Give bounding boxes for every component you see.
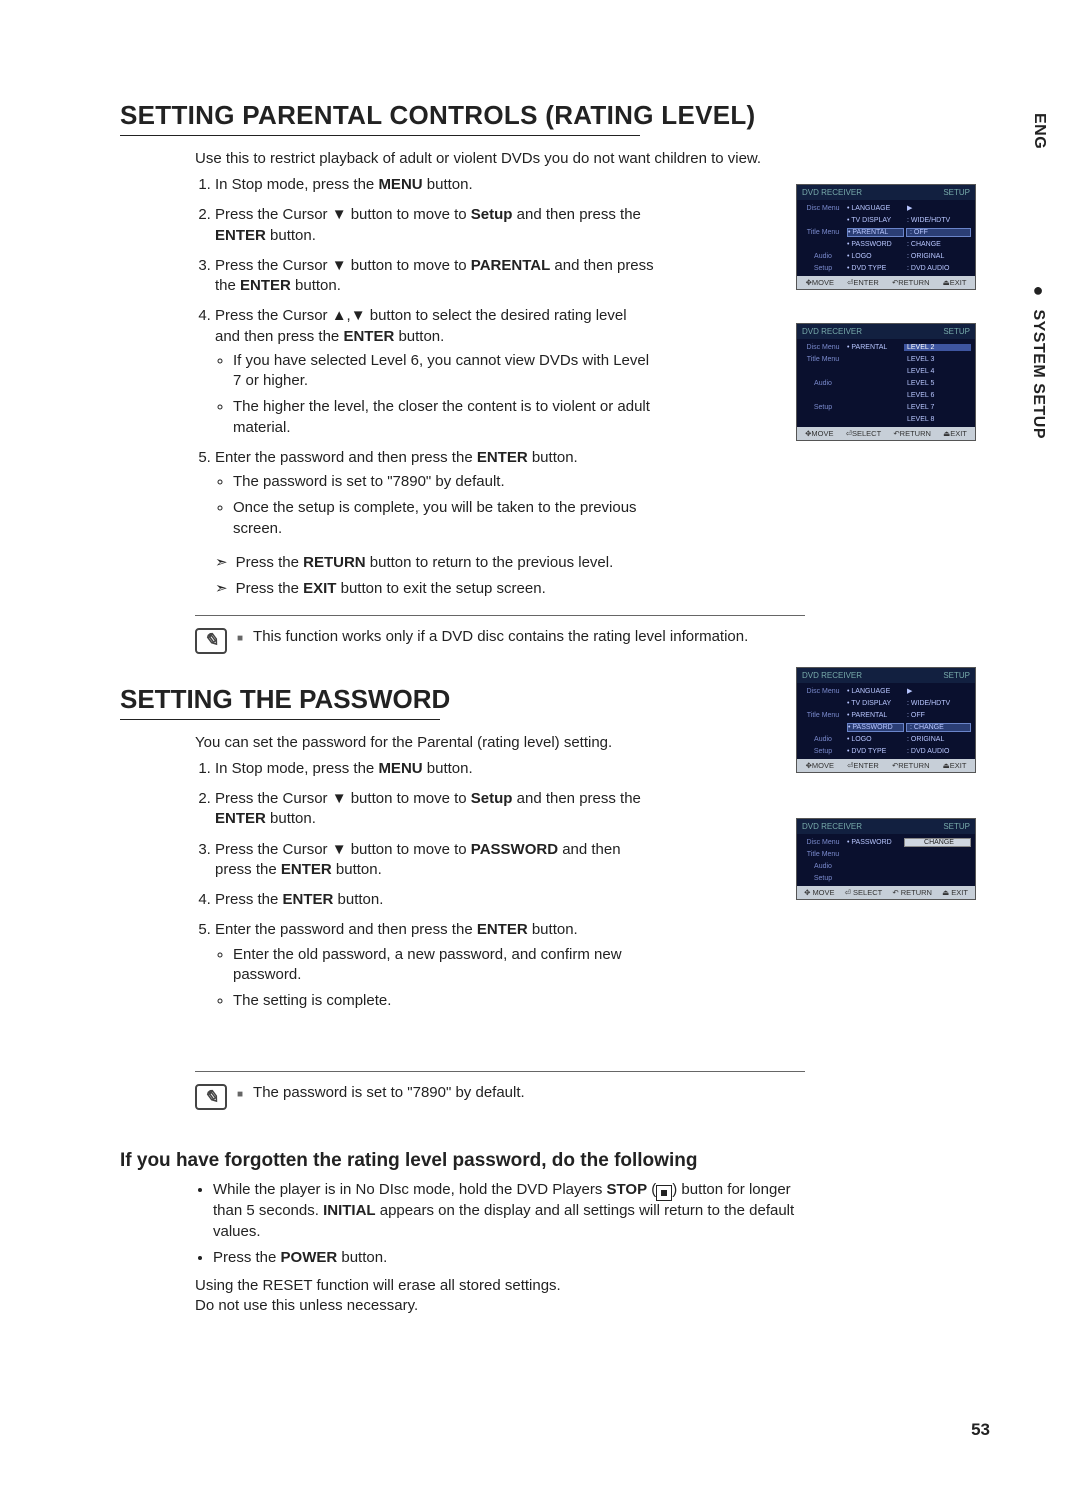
page-number: 53	[971, 1420, 990, 1440]
s2-step5: Enter the password and then press the EN…	[215, 920, 655, 1011]
section2-rule	[120, 719, 440, 720]
s2-step2: Press the Cursor ▼ button to move to Set…	[215, 789, 655, 830]
side-section-label: ● SYSTEM SETUP	[1027, 280, 1048, 439]
s1-step5: Enter the password and then press the EN…	[215, 448, 655, 539]
s2-step1: In Stop mode, press the MENU button.	[215, 759, 655, 779]
section1-arrow-list: Press the RETURN button to return to the…	[215, 553, 715, 597]
section1-rule	[120, 135, 640, 136]
osd-screenshot-3: DVD RECEIVERSETUP Disc Menu• LANGUAGE▶ •…	[796, 667, 976, 773]
s1-step4: Press the Cursor ▲,▼ button to select th…	[215, 306, 655, 438]
section1-intro: Use this to restrict playback of adult o…	[195, 150, 990, 167]
osd-screenshot-1: DVD RECEIVERSETUP Disc Menu• LANGUAGE▶ •…	[796, 184, 976, 290]
note-icon: ✎	[195, 628, 227, 654]
section3-p2: Do not use this unless necessary.	[195, 1296, 990, 1316]
osd-screenshot-2: DVD RECEIVERSETUP Disc Menu• PARENTALLEV…	[796, 323, 976, 441]
s1-step1: In Stop mode, press the MENU button.	[215, 175, 655, 195]
section1-title: SETTING PARENTAL CONTROLS (RATING LEVEL)	[120, 100, 990, 131]
side-language-label: ENG	[1030, 113, 1048, 149]
s1-step2: Press the Cursor ▼ button to move to Set…	[215, 205, 655, 246]
section1-note: ✎ ■ This function works only if a DVD di…	[195, 615, 805, 654]
section1-steps: In Stop mode, press the MENU button. Pre…	[195, 175, 655, 539]
s1-step3: Press the Cursor ▼ button to move to PAR…	[215, 256, 655, 297]
section2-note: ✎ ■ The password is set to "7890" by def…	[195, 1071, 805, 1110]
s2-step3: Press the Cursor ▼ button to move to PAS…	[215, 840, 655, 881]
s2-step4: Press the ENTER button.	[215, 890, 655, 910]
section3-p1: Using the RESET function will erase all …	[195, 1276, 990, 1296]
stop-icon	[656, 1185, 672, 1201]
note-icon: ✎	[195, 1084, 227, 1110]
section3-title: If you have forgotten the rating level p…	[120, 1150, 990, 1172]
section2-steps: In Stop mode, press the MENU button. Pre…	[195, 759, 655, 1012]
section3-bullets: While the player is in No DIsc mode, hol…	[195, 1180, 813, 1268]
osd-screenshot-4: DVD RECEIVERSETUP Disc Menu• PASSWORDCHA…	[796, 818, 976, 900]
